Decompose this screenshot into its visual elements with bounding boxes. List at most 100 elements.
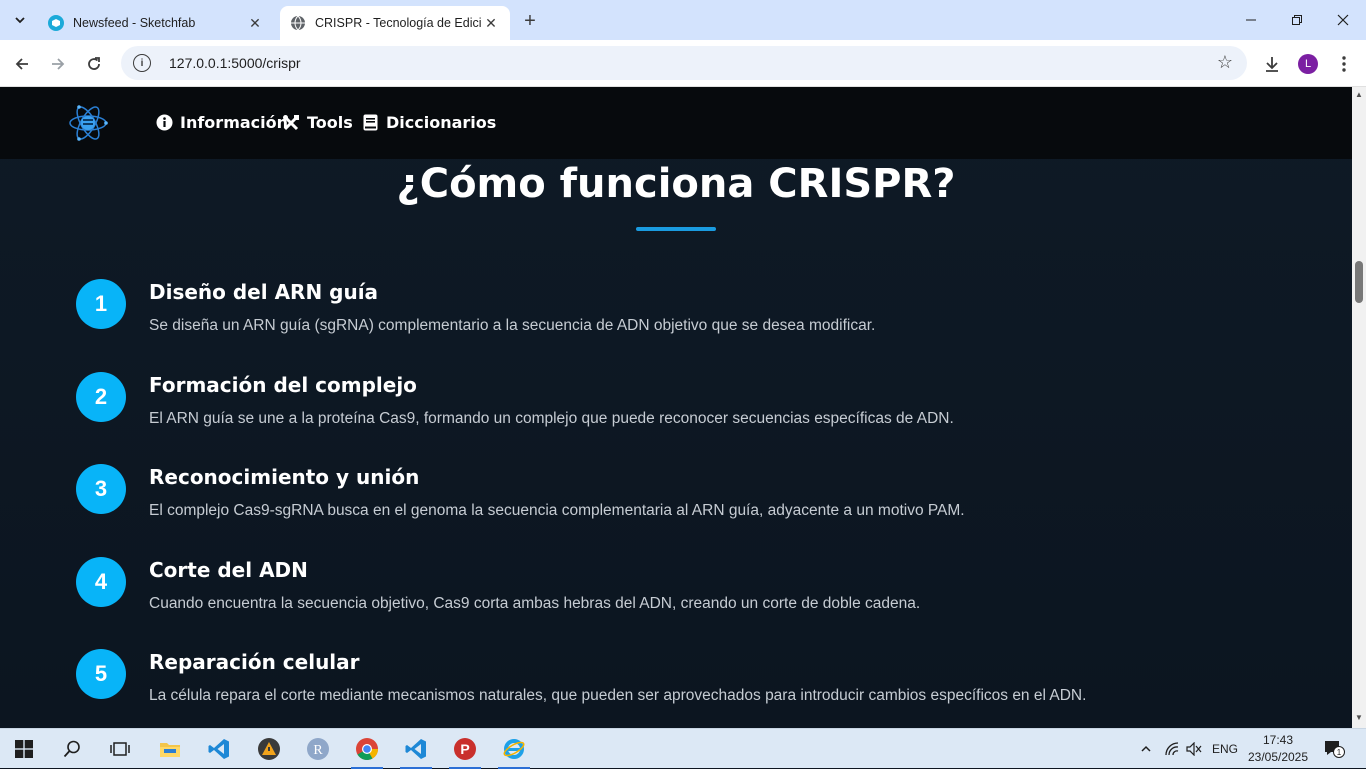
vscode-icon bbox=[405, 739, 426, 759]
show-hidden-icons-button[interactable] bbox=[1140, 729, 1152, 769]
task-view-button[interactable] bbox=[100, 733, 140, 765]
clock-time: 17:43 bbox=[1262, 733, 1294, 747]
site-navbar: Información Tools Diccionarios bbox=[0, 87, 1352, 159]
chrome-icon bbox=[356, 738, 378, 760]
step-number-badge: 2 bbox=[76, 372, 126, 422]
minimize-icon bbox=[1246, 19, 1256, 21]
back-button[interactable] bbox=[8, 50, 36, 78]
nav-diccionarios[interactable]: Diccionarios bbox=[361, 113, 496, 132]
notifications-button[interactable]: 1 bbox=[1323, 729, 1345, 769]
folder-icon bbox=[160, 743, 180, 757]
vscode-window-button[interactable] bbox=[396, 733, 436, 769]
reload-icon bbox=[88, 57, 100, 70]
step-description: Se diseña un ARN guía (sgRNA) complement… bbox=[149, 317, 876, 334]
tab-title: CRISPR - Tecnología de Edición bbox=[315, 16, 482, 30]
volume-button[interactable] bbox=[1186, 729, 1202, 769]
new-tab-button[interactable]: + bbox=[519, 10, 541, 32]
browser-toolbar: i 127.0.0.1:5000/crispr ☆ L bbox=[0, 40, 1366, 87]
language-indicator[interactable]: ENG bbox=[1212, 729, 1238, 769]
r-app-button[interactable]: R bbox=[298, 733, 338, 765]
step-description: El ARN guía se une a la proteína Cas9, f… bbox=[149, 410, 954, 427]
vscode-icon bbox=[208, 739, 229, 759]
download-icon bbox=[1266, 57, 1278, 72]
tab-newsfeed[interactable]: Newsfeed - Sketchfab ✕ bbox=[38, 6, 274, 40]
volume-muted-icon bbox=[1186, 742, 1202, 756]
windows-logo-icon bbox=[15, 740, 33, 758]
network-button[interactable] bbox=[1164, 729, 1180, 769]
profile-button[interactable]: L bbox=[1294, 50, 1322, 78]
svg-text:P: P bbox=[460, 741, 469, 757]
tab-title: Newsfeed - Sketchfab bbox=[73, 16, 196, 30]
step-number-badge: 4 bbox=[76, 557, 126, 607]
task-view-icon bbox=[110, 742, 130, 756]
sketchfab-icon bbox=[48, 15, 64, 31]
arrow-left-icon bbox=[15, 58, 28, 70]
step-item: 4 Corte del ADN Cuando encuentra la secu… bbox=[76, 557, 1276, 627]
step-description: El complejo Cas9-sgRNA busca en el genom… bbox=[149, 502, 965, 519]
notification-icon: 1 bbox=[1325, 741, 1345, 758]
nav-label: Diccionarios bbox=[386, 113, 497, 132]
step-description: Cuando encuentra la secuencia objetivo, … bbox=[149, 595, 921, 612]
page-title: ¿Cómo funciona CRISPR? bbox=[396, 161, 956, 207]
step-item: 1 Diseño del ARN guía Se diseña un ARN g… bbox=[76, 279, 1276, 349]
step-number-badge: 3 bbox=[76, 464, 126, 514]
tab-search-button[interactable] bbox=[8, 8, 32, 32]
forward-button[interactable] bbox=[44, 50, 72, 78]
more-vert-icon bbox=[1342, 56, 1346, 72]
tools-icon bbox=[282, 114, 300, 132]
page-scrollbar[interactable]: ▲ ▼ bbox=[1352, 87, 1366, 728]
internet-explorer-button[interactable] bbox=[494, 733, 534, 769]
clock-date: 23/05/2025 bbox=[1247, 750, 1309, 764]
downloads-button[interactable] bbox=[1258, 50, 1286, 78]
close-tab-icon[interactable]: ✕ bbox=[482, 14, 500, 32]
step-title: Reconocimiento y unión bbox=[149, 465, 420, 489]
warning-app-icon bbox=[258, 738, 280, 760]
start-button[interactable] bbox=[4, 733, 44, 765]
scroll-up-icon[interactable]: ▲ bbox=[1355, 91, 1363, 99]
tab-strip: Newsfeed - Sketchfab ✕ CRISPR - Tecnolog… bbox=[0, 0, 1366, 40]
search-button[interactable] bbox=[52, 733, 92, 765]
psiphon-button[interactable]: P bbox=[445, 733, 485, 769]
step-description: La célula repara el corte mediante mecan… bbox=[149, 687, 1087, 704]
minimize-button[interactable] bbox=[1228, 0, 1274, 40]
info-circle-icon bbox=[155, 114, 173, 132]
chevron-up-icon bbox=[1141, 745, 1151, 752]
clock[interactable]: 17:43 23/05/2025 bbox=[1246, 732, 1310, 766]
app-button[interactable] bbox=[249, 733, 289, 765]
nav-informacion[interactable]: Información bbox=[155, 113, 288, 132]
r-app-icon: R bbox=[307, 738, 329, 760]
atom-logo-icon[interactable] bbox=[68, 103, 108, 143]
book-icon bbox=[361, 114, 379, 132]
chrome-button[interactable] bbox=[347, 733, 387, 769]
site-info-icon[interactable]: i bbox=[133, 54, 151, 72]
address-bar[interactable]: i 127.0.0.1:5000/crispr ☆ bbox=[121, 46, 1247, 80]
url-text: 127.0.0.1:5000/crispr bbox=[169, 55, 301, 71]
restore-button[interactable] bbox=[1274, 0, 1320, 40]
scrollbar-thumb[interactable] bbox=[1355, 261, 1363, 303]
step-title: Diseño del ARN guía bbox=[149, 280, 379, 304]
close-tab-icon[interactable]: ✕ bbox=[246, 14, 264, 32]
nav-tools[interactable]: Tools bbox=[282, 113, 353, 132]
step-item: 5 Reparación celular La célula repara el… bbox=[76, 649, 1276, 719]
step-title: Corte del ADN bbox=[149, 558, 308, 582]
menu-button[interactable] bbox=[1330, 50, 1358, 78]
title-underline bbox=[636, 227, 716, 231]
reload-button[interactable] bbox=[80, 50, 108, 78]
arrow-right-icon bbox=[52, 58, 65, 70]
file-explorer-button[interactable] bbox=[150, 733, 190, 765]
vscode-button[interactable] bbox=[199, 733, 239, 765]
nav-label: Tools bbox=[307, 113, 353, 132]
bookmark-star-icon[interactable]: ☆ bbox=[1217, 52, 1233, 73]
page-content: Información Tools Diccionarios ¿Cómo fun… bbox=[0, 87, 1352, 728]
scroll-down-icon[interactable]: ▼ bbox=[1355, 714, 1363, 722]
search-icon bbox=[63, 740, 80, 758]
tab-crispr[interactable]: CRISPR - Tecnología de Edición ✕ bbox=[280, 6, 510, 40]
avatar: L bbox=[1298, 54, 1318, 74]
wifi-icon bbox=[1165, 742, 1179, 756]
chevron-down-icon bbox=[15, 17, 25, 24]
close-window-button[interactable] bbox=[1320, 0, 1366, 40]
step-number-badge: 5 bbox=[76, 649, 126, 699]
notification-count: 1 bbox=[1337, 748, 1342, 757]
step-item: 3 Reconocimiento y unión El complejo Cas… bbox=[76, 464, 1276, 534]
windows-taskbar: R P ENG 17:43 23/05/2025 1 bbox=[0, 728, 1366, 769]
